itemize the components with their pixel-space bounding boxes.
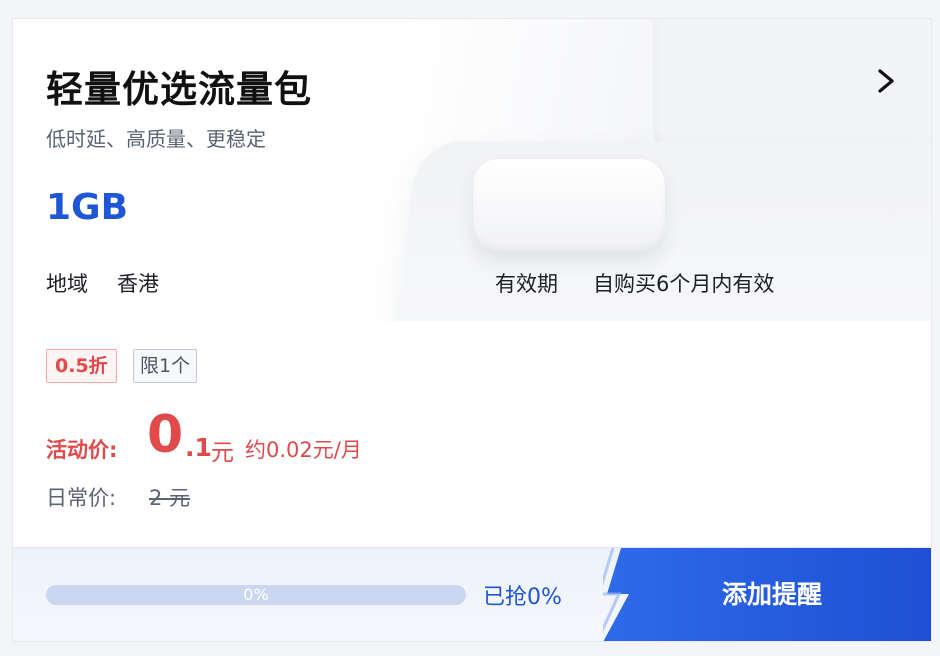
product-spec: 1GB <box>46 187 129 228</box>
regular-price-label: 日常价: <box>46 486 117 510</box>
validity-value: 自购买6个月内有效 <box>593 272 775 296</box>
region-value: 香港 <box>117 272 159 296</box>
product-title: 轻量优选流量包 <box>46 68 312 111</box>
card-hero: 轻量优选流量包 低时延、高质量、更稳定 1GB 地域 香港 有效期 自购买6个月… <box>13 19 931 321</box>
card-footer: 0% 已抢0% 添加提醒 <box>13 547 931 641</box>
grabbed-percentage: 已抢0% <box>483 585 562 610</box>
chevron-right-icon-svg <box>878 69 894 93</box>
chevron-right-icon[interactable] <box>872 65 900 97</box>
discount-badge: 0.5折 <box>46 349 117 383</box>
sales-progress-bar: 0% <box>46 585 466 605</box>
regular-price-value: 2 元 <box>149 486 191 510</box>
product-card: 轻量优选流量包 低时延、高质量、更稳定 1GB 地域 香港 有效期 自购买6个月… <box>12 18 932 642</box>
activity-price-unit: 元 <box>211 440 234 466</box>
activity-price-decimal: .1 <box>185 433 212 462</box>
add-reminder-button[interactable]: 添加提醒 <box>603 548 931 641</box>
limit-badge: 限1个 <box>133 349 198 383</box>
activity-price-label: 活动价: <box>46 438 118 462</box>
activity-price-integer: 0 <box>147 405 184 465</box>
region-label: 地域 <box>46 272 88 296</box>
validity-label: 有效期 <box>495 272 558 296</box>
monthly-price: 约0.02元/月 <box>245 438 362 462</box>
sales-progress-text: 0% <box>243 585 269 604</box>
decorative-shape <box>473 159 665 251</box>
product-subtitle: 低时延、高质量、更稳定 <box>46 127 266 151</box>
add-reminder-label: 添加提醒 <box>721 580 822 609</box>
